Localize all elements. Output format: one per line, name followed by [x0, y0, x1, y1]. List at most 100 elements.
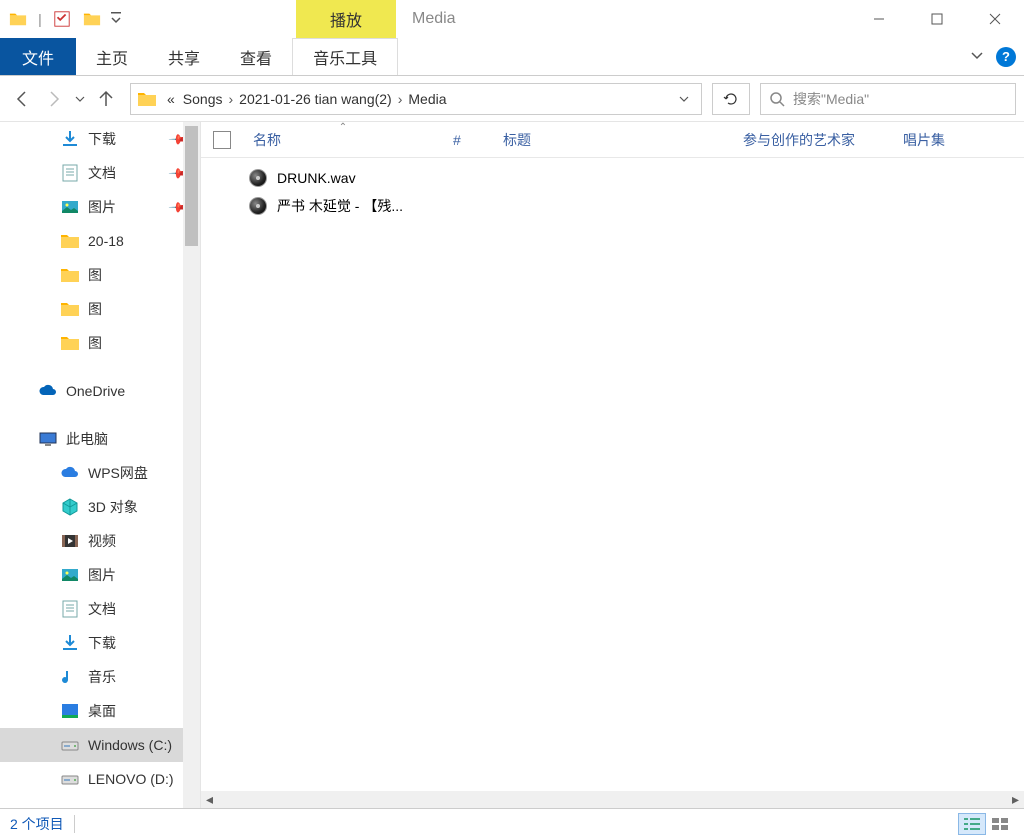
tree-item[interactable]: 下载 — [0, 626, 200, 660]
column-title[interactable]: 标题 — [493, 130, 733, 150]
tree-item-label: 图片 — [88, 197, 116, 217]
chevron-right-icon[interactable]: › — [227, 91, 236, 107]
tree-item-label: 图 — [88, 333, 102, 353]
tree-item[interactable]: 视频 — [0, 524, 200, 558]
tree-item-label: 音乐 — [88, 667, 116, 687]
tree-item[interactable]: 文档 — [0, 592, 200, 626]
onedrive-icon — [38, 381, 58, 401]
tab-view[interactable]: 查看 — [220, 38, 292, 75]
column-artist[interactable]: 参与创作的艺术家 — [733, 130, 893, 150]
download-icon — [60, 129, 80, 149]
tree-item-label: 桌面 — [88, 701, 116, 721]
refresh-button[interactable] — [712, 83, 750, 115]
column-name[interactable]: ⌃名称 — [243, 130, 443, 150]
tree-item-label: 下载 — [88, 633, 116, 653]
search-box[interactable] — [760, 83, 1016, 115]
details-view-button[interactable] — [958, 813, 986, 835]
tree-item-label: 图 — [88, 299, 102, 319]
maximize-button[interactable] — [908, 0, 966, 38]
column-album[interactable]: 唱片集 — [893, 130, 955, 150]
tree-item[interactable]: 图片📌 — [0, 190, 200, 224]
qat-separator: | — [34, 11, 46, 27]
pc-icon — [38, 429, 58, 449]
tree-item-label: 图 — [88, 265, 102, 285]
tab-file[interactable]: 文件 — [0, 38, 76, 75]
doc-icon — [60, 163, 80, 183]
search-input[interactable] — [793, 91, 1007, 107]
file-list[interactable]: DRUNK.wav严书 木延觉 - 【残... — [201, 158, 1024, 791]
help-icon[interactable]: ? — [996, 47, 1016, 67]
folder-icon — [60, 265, 80, 285]
wps-icon — [60, 463, 80, 483]
ribbon-collapse-icon[interactable] — [970, 48, 984, 65]
tree-item-label: 此电脑 — [66, 429, 108, 449]
window-controls — [850, 0, 1024, 38]
qat-folder-icon[interactable] — [4, 5, 32, 33]
audio-file-icon — [249, 169, 267, 187]
horizontal-scrollbar[interactable]: ◂ ▸ — [201, 791, 1024, 808]
tree-item[interactable]: 图 — [0, 326, 200, 360]
qat-dropdown-icon[interactable] — [108, 5, 124, 33]
folder-icon — [60, 299, 80, 319]
tree-item[interactable]: 20-18 — [0, 224, 200, 258]
titlebar: | 播放 Media — [0, 0, 1024, 38]
tree-item-label: LENOVO (D:) — [88, 771, 174, 787]
back-button[interactable] — [8, 85, 36, 113]
tree-item[interactable]: Windows (C:) — [0, 728, 200, 762]
drive-icon — [60, 769, 80, 789]
recent-dropdown-icon[interactable] — [72, 85, 88, 113]
status-text: 2 个项目 — [10, 814, 64, 834]
breadcrumb-item[interactable]: 2021-01-26 tian wang(2) — [235, 91, 396, 107]
tree-item[interactable]: 图片 — [0, 558, 200, 592]
tree-item[interactable]: OneDrive — [0, 374, 200, 408]
file-row[interactable]: DRUNK.wav — [201, 164, 1024, 192]
main-area: 下载📌文档📌图片📌20-18图图图OneDrive此电脑WPS网盘3D 对象视频… — [0, 122, 1024, 808]
tab-music-tools[interactable]: 音乐工具 — [292, 38, 398, 75]
chevron-right-icon[interactable]: › — [396, 91, 405, 107]
window-title: Media — [396, 0, 850, 38]
scroll-right-icon[interactable]: ▸ — [1007, 791, 1024, 808]
close-button[interactable] — [966, 0, 1024, 38]
tree-item[interactable]: 下载📌 — [0, 122, 200, 156]
breadcrumb-item[interactable]: Media — [404, 91, 450, 107]
select-all-checkbox[interactable] — [213, 131, 231, 149]
scroll-left-icon[interactable]: ◂ — [201, 791, 218, 808]
folder-icon — [137, 89, 157, 109]
forward-button[interactable] — [40, 85, 68, 113]
tab-home[interactable]: 主页 — [76, 38, 148, 75]
tree-item[interactable]: WPS网盘 — [0, 456, 200, 490]
tree-item-label: WPS网盘 — [88, 463, 148, 483]
tree-item[interactable]: 图 — [0, 292, 200, 326]
column-headers: ⌃名称 # 标题 参与创作的艺术家 唱片集 — [201, 122, 1024, 158]
tree-item-label: 文档 — [88, 163, 116, 183]
tree-item-label: Windows (C:) — [88, 737, 172, 753]
tab-share[interactable]: 共享 — [148, 38, 220, 75]
tree-item[interactable]: 此电脑 — [0, 422, 200, 456]
qat-new-folder-icon[interactable] — [78, 5, 106, 33]
tree-item[interactable]: 音乐 — [0, 660, 200, 694]
breadcrumb-item[interactable]: Songs — [179, 91, 227, 107]
tree-item[interactable]: 文档📌 — [0, 156, 200, 190]
context-tab-play[interactable]: 播放 — [296, 0, 396, 38]
file-row[interactable]: 严书 木延觉 - 【残... — [201, 192, 1024, 220]
large-icons-view-button[interactable] — [986, 813, 1014, 835]
address-bar[interactable]: « Songs › 2021-01-26 tian wang(2) › Medi… — [130, 83, 702, 115]
quick-access-toolbar: | — [0, 0, 128, 38]
3d-icon — [60, 497, 80, 517]
navigation-bar: « Songs › 2021-01-26 tian wang(2) › Medi… — [0, 76, 1024, 122]
navigation-tree[interactable]: 下载📌文档📌图片📌20-18图图图OneDrive此电脑WPS网盘3D 对象视频… — [0, 122, 200, 808]
qat-properties-icon[interactable] — [48, 5, 76, 33]
tree-scrollbar[interactable] — [183, 122, 200, 808]
breadcrumb-overflow[interactable]: « — [163, 91, 179, 107]
column-number[interactable]: # — [443, 132, 493, 148]
pic-icon — [60, 197, 80, 217]
tree-item[interactable]: 桌面 — [0, 694, 200, 728]
minimize-button[interactable] — [850, 0, 908, 38]
address-dropdown-icon[interactable] — [673, 91, 695, 107]
up-button[interactable] — [92, 85, 120, 113]
tree-item-label: 视频 — [88, 531, 116, 551]
tree-item[interactable]: 3D 对象 — [0, 490, 200, 524]
scrollbar-thumb[interactable] — [185, 126, 198, 246]
tree-item[interactable]: 图 — [0, 258, 200, 292]
tree-item[interactable]: LENOVO (D:) — [0, 762, 200, 796]
